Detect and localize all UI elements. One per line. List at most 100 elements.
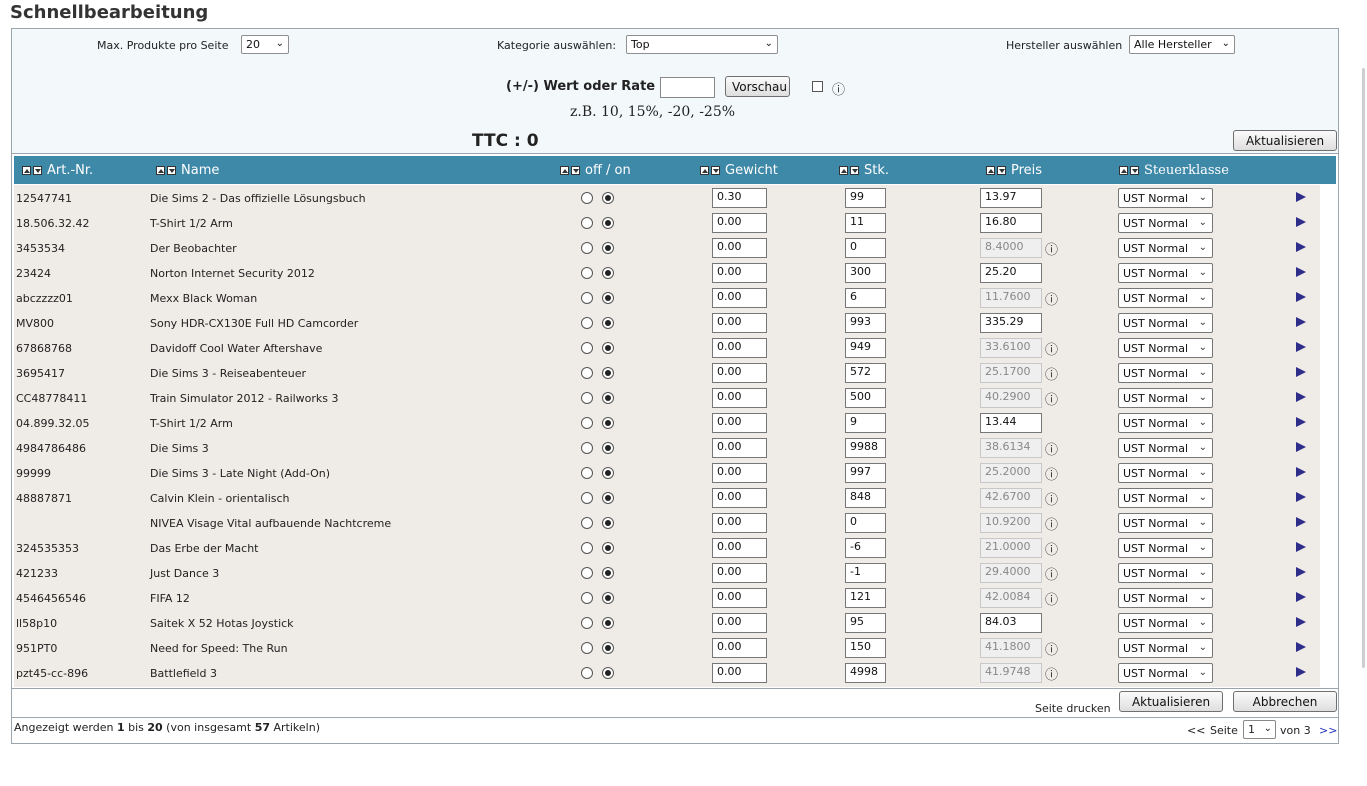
- weight-input[interactable]: 0.00: [712, 363, 767, 383]
- tax-class-select[interactable]: UST Normal ⌄: [1118, 238, 1213, 258]
- status-on-radio[interactable]: [602, 567, 614, 579]
- quantity-input[interactable]: 848: [845, 488, 886, 508]
- status-off-radio[interactable]: [581, 417, 593, 429]
- info-icon[interactable]: ⓘ: [1045, 239, 1058, 258]
- status-on-radio[interactable]: [602, 342, 614, 354]
- quantity-input[interactable]: -1: [845, 563, 886, 583]
- status-on-radio[interactable]: [602, 442, 614, 454]
- status-off-radio[interactable]: [581, 542, 593, 554]
- status-on-radio[interactable]: [602, 267, 614, 279]
- rate-input[interactable]: [660, 77, 715, 98]
- price-input[interactable]: 13.44: [980, 413, 1042, 433]
- play-icon[interactable]: [1296, 317, 1306, 327]
- status-off-radio[interactable]: [581, 367, 593, 379]
- play-icon[interactable]: [1296, 542, 1306, 552]
- tax-class-select[interactable]: UST Normal ⌄: [1118, 263, 1213, 283]
- play-icon[interactable]: [1296, 217, 1306, 227]
- status-on-radio[interactable]: [602, 542, 614, 554]
- info-icon[interactable]: ⓘ: [1045, 539, 1058, 558]
- play-icon[interactable]: [1296, 417, 1306, 427]
- sort-desc-icon[interactable]: [1130, 166, 1139, 175]
- info-icon[interactable]: ⓘ: [1045, 364, 1058, 383]
- tax-class-select[interactable]: UST Normal ⌄: [1118, 638, 1213, 658]
- weight-input[interactable]: 0.00: [712, 463, 767, 483]
- sort-asc-icon[interactable]: [22, 166, 31, 175]
- status-on-radio[interactable]: [602, 467, 614, 479]
- tax-class-select[interactable]: UST Normal ⌄: [1118, 388, 1213, 408]
- print-page-link[interactable]: Seite drucken: [1035, 702, 1111, 715]
- cancel-button[interactable]: Abbrechen: [1233, 691, 1337, 712]
- quantity-input[interactable]: 95: [845, 613, 886, 633]
- tax-class-select[interactable]: UST Normal ⌄: [1118, 613, 1213, 633]
- play-icon[interactable]: [1296, 367, 1306, 377]
- tax-class-select[interactable]: UST Normal ⌄: [1118, 188, 1213, 208]
- sort-desc-icon[interactable]: [571, 166, 580, 175]
- status-on-radio[interactable]: [602, 642, 614, 654]
- sort-desc-icon[interactable]: [997, 166, 1006, 175]
- tax-class-select[interactable]: UST Normal ⌄: [1118, 438, 1213, 458]
- weight-input[interactable]: 0.00: [712, 413, 767, 433]
- sort-asc-icon[interactable]: [839, 166, 848, 175]
- weight-input[interactable]: 0.00: [712, 313, 767, 333]
- quantity-input[interactable]: 500: [845, 388, 886, 408]
- status-on-radio[interactable]: [602, 292, 614, 304]
- weight-input[interactable]: 0.00: [712, 213, 767, 233]
- play-icon[interactable]: [1296, 242, 1306, 252]
- weight-input[interactable]: 0.00: [712, 288, 767, 308]
- quantity-input[interactable]: 9: [845, 413, 886, 433]
- play-icon[interactable]: [1296, 592, 1306, 602]
- status-off-radio[interactable]: [581, 567, 593, 579]
- status-off-radio[interactable]: [581, 617, 593, 629]
- sort-asc-icon[interactable]: [560, 166, 569, 175]
- preview-button[interactable]: Vorschau: [725, 76, 790, 97]
- status-off-radio[interactable]: [581, 442, 593, 454]
- play-icon[interactable]: [1296, 667, 1306, 677]
- play-icon[interactable]: [1296, 292, 1306, 302]
- info-icon[interactable]: ⓘ: [1045, 389, 1058, 408]
- status-off-radio[interactable]: [581, 642, 593, 654]
- price-input[interactable]: 16.80: [980, 213, 1042, 233]
- status-off-radio[interactable]: [581, 492, 593, 504]
- weight-input[interactable]: 0.00: [712, 588, 767, 608]
- status-off-radio[interactable]: [581, 667, 593, 679]
- status-on-radio[interactable]: [602, 367, 614, 379]
- status-on-radio[interactable]: [602, 317, 614, 329]
- status-off-radio[interactable]: [581, 192, 593, 204]
- tax-class-select[interactable]: UST Normal ⌄: [1118, 663, 1213, 683]
- quantity-input[interactable]: 572: [845, 363, 886, 383]
- sort-desc-icon[interactable]: [711, 166, 720, 175]
- update-button-top[interactable]: Aktualisieren: [1233, 130, 1337, 151]
- weight-input[interactable]: 0.00: [712, 563, 767, 583]
- weight-input[interactable]: 0.00: [712, 538, 767, 558]
- status-on-radio[interactable]: [602, 392, 614, 404]
- sort-asc-icon[interactable]: [156, 166, 165, 175]
- status-off-radio[interactable]: [581, 467, 593, 479]
- tax-class-select[interactable]: UST Normal ⌄: [1118, 413, 1213, 433]
- play-icon[interactable]: [1296, 617, 1306, 627]
- price-input[interactable]: 84.03: [980, 613, 1042, 633]
- tax-class-select[interactable]: UST Normal ⌄: [1118, 513, 1213, 533]
- tax-class-select[interactable]: UST Normal ⌄: [1118, 488, 1213, 508]
- info-icon[interactable]: ⓘ: [1045, 639, 1058, 658]
- tax-class-select[interactable]: UST Normal ⌄: [1118, 288, 1213, 308]
- info-icon[interactable]: ⓘ: [1045, 589, 1058, 608]
- status-on-radio[interactable]: [602, 617, 614, 629]
- quantity-input[interactable]: 997: [845, 463, 886, 483]
- tax-class-select[interactable]: UST Normal ⌄: [1118, 213, 1213, 233]
- weight-input[interactable]: 0.00: [712, 238, 767, 258]
- weight-input[interactable]: 0.00: [712, 613, 767, 633]
- weight-input[interactable]: 0.00: [712, 438, 767, 458]
- info-icon[interactable]: ⓘ: [1045, 514, 1058, 533]
- info-icon[interactable]: ⓘ: [1045, 464, 1058, 483]
- status-off-radio[interactable]: [581, 392, 593, 404]
- quantity-input[interactable]: 0: [845, 513, 886, 533]
- status-on-radio[interactable]: [602, 217, 614, 229]
- tax-class-select[interactable]: UST Normal ⌄: [1118, 538, 1213, 558]
- status-on-radio[interactable]: [602, 667, 614, 679]
- quantity-input[interactable]: 949: [845, 338, 886, 358]
- scrollbar-thumb[interactable]: [1362, 68, 1365, 668]
- pager-prev-link[interactable]: <<: [1187, 724, 1205, 737]
- tax-class-select[interactable]: UST Normal ⌄: [1118, 313, 1213, 333]
- tax-class-select[interactable]: UST Normal ⌄: [1118, 588, 1213, 608]
- tax-class-select[interactable]: UST Normal ⌄: [1118, 563, 1213, 583]
